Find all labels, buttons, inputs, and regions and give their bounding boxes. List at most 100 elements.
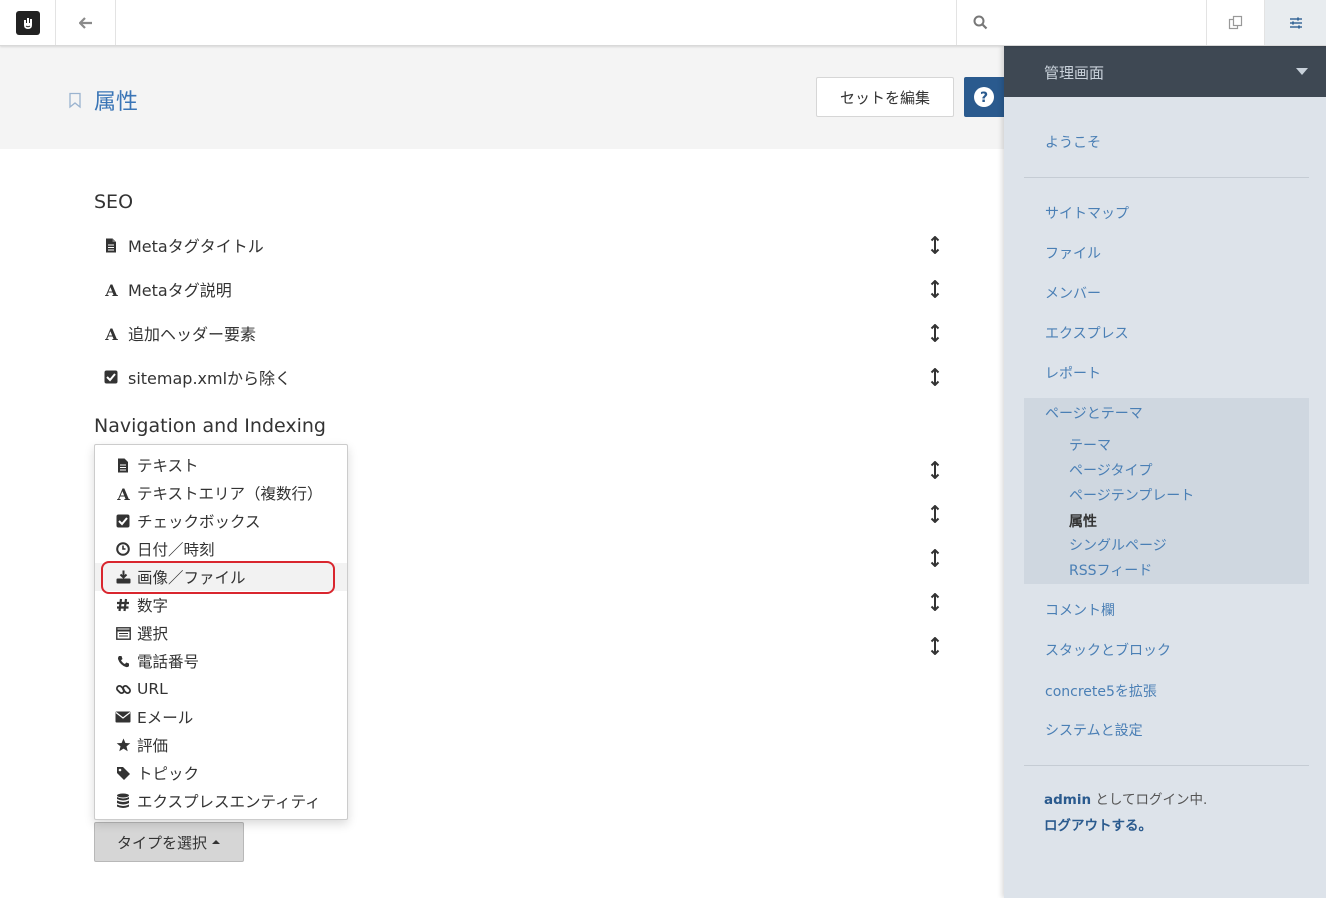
nav-extend[interactable]: concrete5を拡張: [1045, 681, 1157, 701]
panel-divider: [1024, 765, 1309, 766]
search-input[interactable]: [996, 14, 1196, 31]
pages-button[interactable]: [1206, 0, 1264, 45]
select-type-label: タイプを選択: [116, 833, 207, 852]
hashtag-icon: [115, 598, 131, 612]
attribute-row[interactable]: A 追加ヘッダー要素: [102, 318, 942, 348]
nav-system-settings[interactable]: システムと設定: [1045, 720, 1143, 740]
menu-item-label: 電話番号: [137, 653, 200, 671]
svg-text:A: A: [116, 486, 130, 501]
help-button[interactable]: ?: [964, 77, 1004, 117]
menu-item-textarea[interactable]: A テキストエリア（複数行）: [95, 479, 347, 507]
nav-comments[interactable]: コメント欄: [1045, 600, 1115, 620]
attribute-type-menu: テキスト A テキストエリア（複数行） チェックボックス 日付／時刻 画像／ファ…: [94, 444, 348, 820]
list-icon: [115, 626, 131, 640]
concrete5-logo-icon: [15, 10, 40, 35]
page-title-wrap: 属性: [68, 84, 138, 116]
menu-item-text[interactable]: テキスト: [95, 451, 347, 479]
dashboard-panel: 管理画面 ようこそ サイトマップ ファイル メンバー エクスプレス レポート ペ…: [1004, 46, 1326, 898]
nav-files[interactable]: ファイル: [1045, 243, 1101, 263]
nav-welcome[interactable]: ようこそ: [1045, 132, 1101, 152]
menu-item-label: チェックボックス: [137, 513, 261, 531]
menu-item-label: 選択: [137, 625, 169, 643]
attribute-row[interactable]: sitemap.xmlから除く: [102, 362, 942, 392]
menu-item-label: テキストエリア（複数行）: [137, 485, 323, 503]
nav-sub-rss-feeds[interactable]: RSSフィード: [1069, 560, 1152, 580]
attribute-label: 追加ヘッダー要素: [128, 325, 257, 344]
menu-item-label: URL: [137, 680, 168, 698]
drag-handle-icon[interactable]: [928, 593, 942, 611]
dashboard-panel-button[interactable]: [1264, 0, 1326, 45]
panel-header[interactable]: 管理画面: [1004, 46, 1326, 97]
selected-item-highlight: [101, 561, 335, 594]
menu-item-label: テキスト: [137, 457, 199, 475]
login-status: admin としてログイン中.: [1044, 788, 1207, 808]
question-circle-icon: ?: [974, 87, 994, 107]
file-icon: [102, 238, 120, 253]
menu-item-email[interactable]: Eメール: [95, 703, 347, 731]
login-suffix: としてログイン中.: [1091, 792, 1208, 808]
page-header: 属性 セットを編集 ?: [0, 46, 1004, 149]
page-title: 属性: [94, 90, 139, 115]
nav-sub-page-types[interactable]: ページタイプ: [1069, 460, 1152, 480]
checkbox-icon: [102, 370, 120, 384]
caret-down-icon[interactable]: [1296, 68, 1308, 75]
nav-sub-themes[interactable]: テーマ: [1069, 435, 1111, 455]
attribute-label: Metaタグ説明: [128, 281, 232, 300]
nav-members[interactable]: メンバー: [1045, 283, 1101, 303]
attribute-label: sitemap.xmlから除く: [128, 369, 292, 388]
arrow-left-icon: [78, 16, 92, 29]
copy-icon: [1228, 15, 1243, 30]
file-icon: [115, 458, 131, 473]
edit-set-button[interactable]: セットを編集: [816, 77, 954, 117]
drag-handle-icon[interactable]: [928, 549, 942, 567]
menu-item-label: 日付／時刻: [137, 541, 215, 559]
attribute-row[interactable]: A Metaタグ説明: [102, 274, 942, 304]
sliders-icon: [1289, 17, 1302, 28]
menu-item-topics[interactable]: トピック: [95, 759, 347, 787]
nav-pages-themes[interactable]: ページとテーマ: [1045, 403, 1143, 423]
login-username[interactable]: admin: [1044, 792, 1091, 808]
menu-item-label: エクスプレスエンティティ: [137, 793, 321, 811]
database-icon: [115, 793, 131, 809]
menu-item-datetime[interactable]: 日付／時刻: [95, 535, 347, 563]
panel-divider: [1024, 177, 1309, 178]
set-heading-navigation: Navigation and Indexing: [94, 415, 326, 437]
envelope-icon: [115, 711, 131, 723]
bookmark-icon[interactable]: [68, 92, 82, 109]
menu-item-number[interactable]: 数字: [95, 591, 347, 619]
top-toolbar: [0, 0, 1326, 46]
search-box[interactable]: [956, 0, 1206, 45]
nav-sitemap[interactable]: サイトマップ: [1045, 203, 1129, 223]
concrete5-logo-button[interactable]: [0, 0, 56, 45]
svg-text:A: A: [104, 326, 118, 341]
drag-handle-icon[interactable]: [928, 280, 942, 298]
back-button[interactable]: [56, 0, 116, 45]
menu-item-select[interactable]: 選択: [95, 619, 347, 647]
nav-reports[interactable]: レポート: [1045, 363, 1101, 383]
menu-item-label: トピック: [137, 765, 200, 783]
drag-handle-icon[interactable]: [928, 461, 942, 479]
nav-sub-attributes[interactable]: 属性: [1069, 511, 1097, 531]
nav-sub-page-templates[interactable]: ページテンプレート: [1069, 485, 1194, 505]
nav-sub-single-pages[interactable]: シングルページ: [1069, 535, 1167, 555]
logout-link[interactable]: ログアウトする。: [1044, 814, 1152, 834]
menu-item-url[interactable]: URL: [95, 675, 347, 703]
svg-text:A: A: [104, 282, 118, 297]
attribute-row[interactable]: Metaタグタイトル: [102, 230, 942, 260]
drag-handle-icon[interactable]: [928, 324, 942, 342]
drag-handle-icon[interactable]: [928, 637, 942, 655]
attribute-label: Metaタグタイトル: [128, 237, 264, 256]
menu-item-label: 数字: [137, 597, 169, 615]
menu-item-rating[interactable]: 評価: [95, 731, 347, 759]
drag-handle-icon[interactable]: [928, 505, 942, 523]
drag-handle-icon[interactable]: [928, 236, 942, 254]
tag-icon: [115, 766, 131, 781]
nav-stacks-blocks[interactable]: スタックとブロック: [1045, 640, 1171, 660]
drag-handle-icon[interactable]: [928, 368, 942, 386]
menu-item-express-entity[interactable]: エクスプレスエンティティ: [95, 787, 347, 815]
menu-item-checkbox[interactable]: チェックボックス: [95, 507, 347, 535]
search-icon: [973, 15, 988, 30]
menu-item-phone[interactable]: 電話番号: [95, 647, 347, 675]
nav-express[interactable]: エクスプレス: [1045, 323, 1129, 343]
select-type-button[interactable]: タイプを選択: [94, 822, 244, 862]
